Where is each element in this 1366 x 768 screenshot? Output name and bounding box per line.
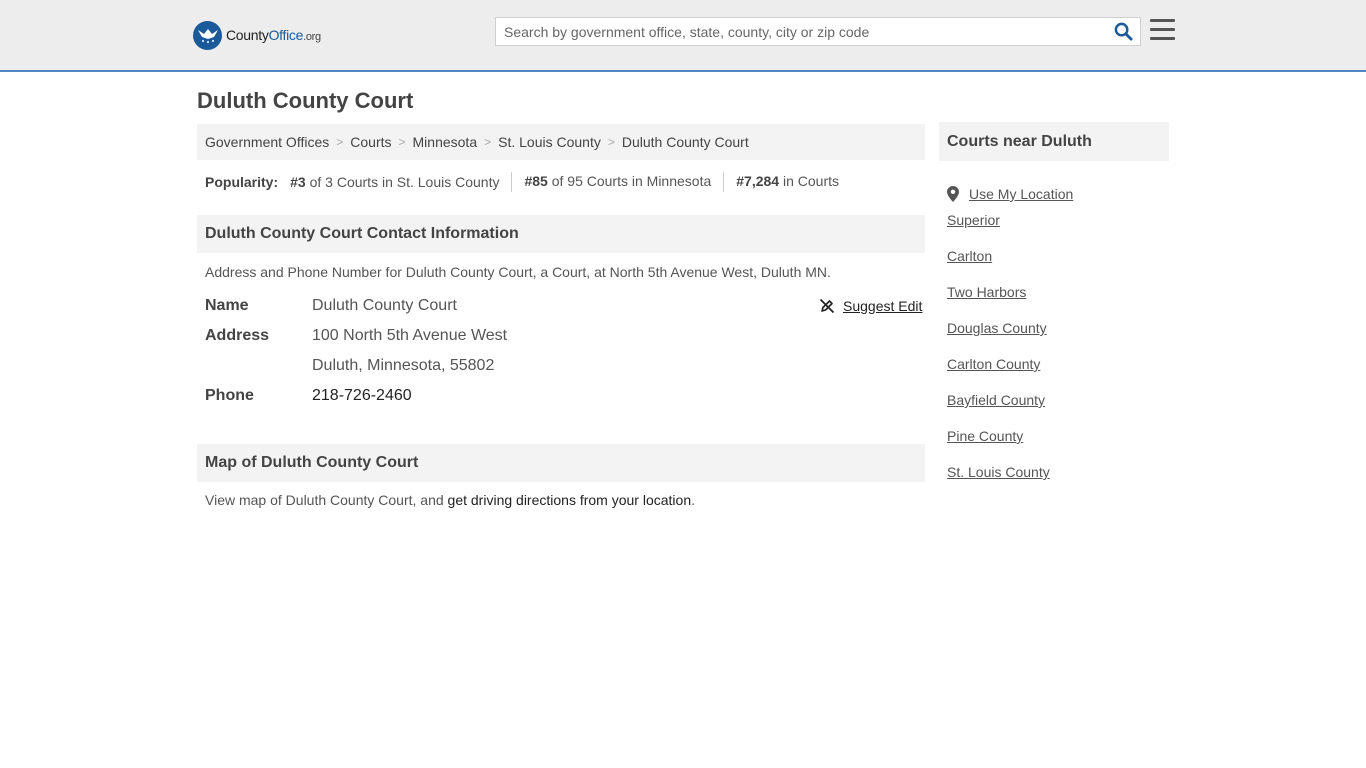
rank-number: #85 — [524, 173, 548, 189]
name-value: Duluth County Court — [312, 297, 457, 314]
contact-description: Address and Phone Number for Duluth Coun… — [205, 264, 831, 280]
address-line-1: 100 North 5th Avenue West — [312, 327, 508, 344]
breadcrumb-separator-icon: > — [607, 135, 615, 149]
contact-section-heading: Duluth County Court Contact Information — [197, 215, 925, 253]
sidebar-heading: Courts near Duluth — [939, 122, 1169, 161]
page-title: Duluth County Court — [197, 88, 414, 113]
suggest-edit-label: Suggest Edit — [843, 298, 923, 314]
popularity-rank-county: #3 of 3 Courts in St. Louis County — [290, 174, 511, 190]
breadcrumb-st-louis-county[interactable]: St. Louis County — [498, 134, 601, 150]
eagle-logo-icon — [193, 20, 222, 50]
search-button[interactable] — [1106, 18, 1140, 45]
phone-row: Phone 218-726-2460 — [205, 387, 412, 405]
list-item: Carlton County — [947, 356, 1073, 392]
popularity-rank-national: #7,284 in Courts — [723, 172, 851, 192]
hamburger-menu-icon[interactable] — [1150, 19, 1175, 43]
popularity-rank-state: #85 of 95 Courts in Minnesota — [511, 172, 723, 192]
rank-number: #7,284 — [736, 173, 780, 189]
nearby-link-two-harbors[interactable]: Two Harbors — [947, 284, 1026, 300]
nearby-link-superior[interactable]: Superior — [947, 212, 1000, 228]
logo-text-org: .org — [303, 31, 321, 43]
use-location-item: Use My Location — [947, 176, 1073, 212]
search-bar — [495, 17, 1141, 46]
list-item: Douglas County — [947, 320, 1073, 356]
logo-text-county: County — [226, 27, 269, 43]
address-label: Address — [205, 327, 270, 344]
site-logo[interactable]: CountyOffice.org — [193, 20, 321, 50]
breadcrumb-separator-icon: > — [484, 135, 492, 149]
breadcrumb-government-offices[interactable]: Government Offices — [205, 134, 329, 150]
map-section-heading: Map of Duluth County Court — [197, 444, 925, 482]
map-description: View map of Duluth County Court, and get… — [205, 492, 695, 508]
breadcrumb: Government Offices > Courts > Minnesota … — [197, 124, 925, 160]
list-item: Superior — [947, 212, 1073, 248]
nearby-link-carlton-county[interactable]: Carlton County — [947, 356, 1040, 372]
breadcrumb-minnesota[interactable]: Minnesota — [413, 134, 478, 150]
nearby-link-douglas-county[interactable]: Douglas County — [947, 320, 1047, 336]
map-description-text: View map of Duluth County Court, and — [205, 492, 448, 508]
site-header: CountyOffice.org — [0, 0, 1366, 72]
map-pin-icon — [947, 186, 959, 202]
list-item: Carlton — [947, 248, 1073, 284]
logo-text-office: Office — [268, 27, 304, 43]
nearby-link-bayfield-county[interactable]: Bayfield County — [947, 392, 1045, 408]
phone-link[interactable]: 218-726-2460 — [312, 387, 412, 404]
logo-text: CountyOffice.org — [226, 27, 321, 43]
edit-off-icon — [819, 298, 835, 314]
address-row-2: Duluth, Minnesota, 55802 — [205, 357, 494, 375]
rank-text: of 3 Courts in St. Louis County — [309, 174, 500, 190]
suggest-edit-button[interactable]: Suggest Edit — [819, 298, 922, 314]
list-item: St. Louis County — [947, 464, 1073, 500]
nearby-link-pine-county[interactable]: Pine County — [947, 428, 1023, 444]
popularity-bar: Popularity: #3 of 3 Courts in St. Louis … — [205, 172, 851, 192]
nearby-link-st-louis-county[interactable]: St. Louis County — [947, 464, 1050, 480]
popularity-label: Popularity: — [205, 174, 279, 190]
rank-number: #3 — [290, 174, 306, 190]
breadcrumb-courts[interactable]: Courts — [350, 134, 391, 150]
name-row: Name Duluth County Court — [205, 297, 457, 315]
search-icon — [1114, 22, 1133, 41]
phone-label: Phone — [205, 387, 254, 404]
nearby-link-carlton[interactable]: Carlton — [947, 248, 992, 264]
address-row: Address 100 North 5th Avenue West — [205, 327, 507, 345]
list-item: Bayfield County — [947, 392, 1073, 428]
breadcrumb-separator-icon: > — [336, 135, 344, 149]
list-item: Two Harbors — [947, 284, 1073, 320]
nearby-courts-list: Use My Location Superior Carlton Two Har… — [947, 176, 1073, 500]
rank-text: in Courts — [782, 173, 839, 189]
address-line-2: Duluth, Minnesota, 55802 — [312, 357, 495, 374]
map-description-suffix: . — [691, 492, 695, 508]
breadcrumb-separator-icon: > — [398, 135, 406, 149]
rank-text: of 95 Courts in Minnesota — [551, 173, 712, 189]
use-my-location-link[interactable]: Use My Location — [969, 186, 1073, 202]
name-label: Name — [205, 297, 249, 314]
search-input[interactable] — [496, 18, 1106, 45]
breadcrumb-current[interactable]: Duluth County Court — [622, 134, 749, 150]
driving-directions-link[interactable]: get driving directions from your locatio… — [448, 492, 692, 508]
list-item: Pine County — [947, 428, 1073, 464]
